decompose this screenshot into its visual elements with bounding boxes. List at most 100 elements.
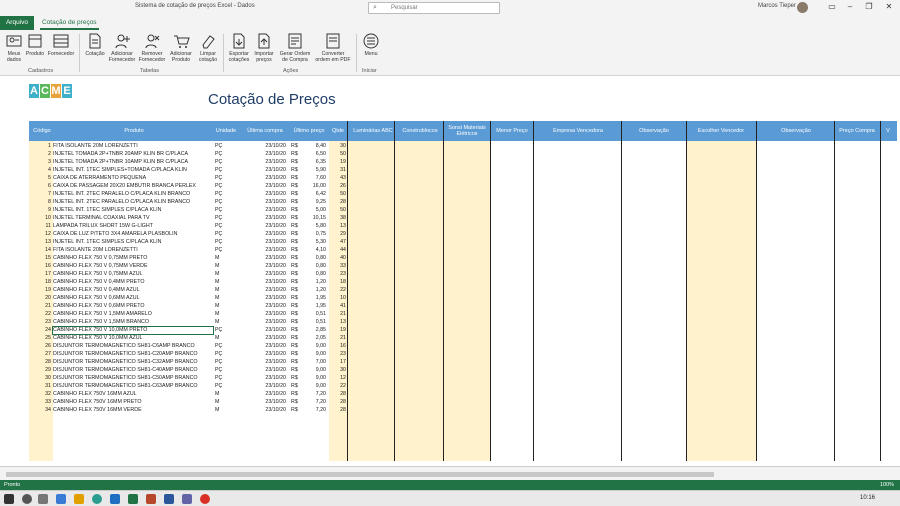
cell-qtde[interactable]: 13	[332, 222, 346, 230]
cell-ultima-compra[interactable]: 23/10/20	[254, 390, 286, 398]
cell-qtde[interactable]: 28	[332, 198, 346, 206]
folder-icon[interactable]	[74, 494, 84, 504]
cell-currency[interactable]: R$	[291, 238, 298, 246]
cell-codigo[interactable]: 18	[29, 278, 51, 286]
cell-unidade[interactable]: PÇ	[215, 230, 222, 238]
cell-currency[interactable]: R$	[291, 302, 298, 310]
tab-arquivo[interactable]: Arquivo	[0, 16, 34, 30]
cell-ultima-compra[interactable]: 23/10/20	[254, 334, 286, 342]
cell-unidade[interactable]: PÇ	[215, 366, 222, 374]
col-header[interactable]: Sonsi Materiais Elétricos	[443, 121, 491, 141]
cell-qtde[interactable]: 28	[332, 390, 346, 398]
cell-produto[interactable]: CABINHO FLEX 750 V 0,6MM PRETO	[53, 302, 213, 310]
cell-codigo[interactable]: 11	[29, 222, 52, 230]
table-row[interactable]: 2 INJETEL TOMADA 2P+TNBR 20AMP KLIN BR C/…	[29, 150, 349, 158]
cell-codigo[interactable]: 5	[29, 174, 51, 182]
horizontal-scrollbar[interactable]	[0, 466, 900, 480]
cell-produto[interactable]: INJETEL INT. 1TEC SIMPLES+TOMADA C/PLACA…	[53, 166, 213, 174]
cell-qtde[interactable]: 47	[332, 238, 346, 246]
cell-currency[interactable]: R$	[291, 158, 298, 166]
cell-codigo[interactable]: 16	[29, 262, 51, 270]
cell-codigo[interactable]: 32	[29, 390, 51, 398]
table-row[interactable]: 27 DISJUNTOR TERMOMAGNETICO SH81-C20AMP B…	[29, 350, 349, 358]
cell-produto[interactable]: INJETEL TOMADA 2P+TNBR 20AMP KLIN BR C/P…	[53, 150, 213, 158]
cell-currency[interactable]: R$	[291, 406, 298, 414]
cell-qtde[interactable]: 50	[332, 150, 346, 158]
cell-unidade[interactable]: PÇ	[215, 238, 222, 246]
cell-currency[interactable]: R$	[291, 382, 298, 390]
cell-unidade[interactable]: PÇ	[215, 382, 222, 390]
cell-ultimo-preco[interactable]: 4,10	[299, 246, 326, 254]
cell-qtde[interactable]: 40	[332, 254, 346, 262]
cell-ultimo-preco[interactable]: 0,51	[299, 318, 326, 326]
cell-produto[interactable]: CABINHO FLEX 750 V 0,4MM PRETO	[53, 278, 213, 286]
cell-unidade[interactable]: M	[215, 262, 219, 270]
cell-qtde[interactable]: 22	[332, 286, 346, 294]
cell-currency[interactable]: R$	[291, 150, 298, 158]
cell-codigo[interactable]: 23	[29, 318, 51, 326]
cell-ultima-compra[interactable]: 23/10/20	[254, 222, 286, 230]
start-icon[interactable]	[4, 494, 14, 504]
cell-produto[interactable]: CABINHO FLEX 750V 16MM AZUL	[53, 390, 213, 398]
chrome-icon[interactable]	[200, 494, 210, 504]
fornecedor-button[interactable]: Fornecedor	[46, 32, 76, 57]
col-header[interactable]: Código	[31, 121, 53, 141]
cell-unidade[interactable]: M	[215, 302, 219, 310]
app-icon[interactable]	[56, 494, 66, 504]
cell-codigo[interactable]: 27	[29, 350, 51, 358]
cell-ultima-compra[interactable]: 23/10/20	[254, 398, 286, 406]
cell-ultimo-preco[interactable]: 10,15	[299, 214, 326, 222]
cell-codigo[interactable]: 10	[29, 214, 51, 222]
cell-codigo[interactable]: 25	[29, 334, 51, 342]
col-header[interactable]: Unidade	[213, 121, 239, 141]
cell-currency[interactable]: R$	[291, 174, 298, 182]
close-icon[interactable]: ✕	[882, 2, 896, 11]
cell-ultimo-preco[interactable]: 5,00	[299, 206, 326, 214]
cell-codigo[interactable]: 14	[29, 246, 51, 254]
cell-codigo[interactable]: 21	[29, 302, 51, 310]
cell-produto[interactable]: FITA ISOLANTE 20M LORENZETTI	[53, 142, 213, 150]
cell-qtde[interactable]: 18	[332, 278, 346, 286]
col-header[interactable]: V	[881, 121, 895, 141]
excel-icon[interactable]	[128, 494, 138, 504]
cell-currency[interactable]: R$	[291, 190, 298, 198]
table-row[interactable]: 33 CABINHO FLEX 750V 16MM PRETO M 23/10/20 R…	[29, 398, 349, 406]
cell-produto[interactable]: CABINHO FLEX 750 V 0,75MM VERDE	[53, 262, 213, 270]
word-icon[interactable]	[164, 494, 174, 504]
cell-qtde[interactable]: 10	[332, 294, 346, 302]
cell-codigo[interactable]: 6	[29, 182, 51, 190]
cell-ultimo-preco[interactable]: 9,25	[299, 198, 326, 206]
col-header[interactable]: Último preço	[289, 121, 329, 141]
col-header[interactable]: Observação	[756, 121, 836, 141]
cell-ultimo-preco[interactable]: 9,00	[299, 342, 326, 350]
scrollbar-thumb[interactable]	[6, 472, 714, 477]
cell-produto[interactable]: INJETEL TERMINAL COAXIAL PARA TV	[53, 214, 213, 222]
cell-ultima-compra[interactable]: 23/10/20	[254, 166, 286, 174]
cell-currency[interactable]: R$	[291, 390, 298, 398]
exportar-cotacoes-button[interactable]: Exportar cotações	[226, 32, 252, 63]
table-row[interactable]: 15 CABINHO FLEX 750 V 0,75MM PRETO M 23/10/…	[29, 254, 349, 262]
cell-codigo[interactable]: 2	[29, 150, 51, 158]
cell-codigo[interactable]: 30	[29, 374, 51, 382]
cell-ultima-compra[interactable]: 23/10/20	[254, 158, 286, 166]
cell-ultima-compra[interactable]: 23/10/20	[254, 214, 286, 222]
col-header[interactable]: Menor Preço	[491, 121, 533, 141]
table-row[interactable]: 13 INJETEL INT. 1TEC SIMPLES C/PLACA KLIN…	[29, 238, 349, 246]
cell-codigo[interactable]: 12	[29, 230, 51, 238]
cotacao-button[interactable]: Cotação	[84, 32, 106, 57]
cell-currency[interactable]: R$	[291, 366, 298, 374]
cell-ultima-compra[interactable]: 23/10/20	[254, 366, 286, 374]
table-row[interactable]: 5 CAIXA DE ATERRAMENTO PEQUENA PÇ 23/10/20 R…	[29, 174, 349, 182]
cell-unidade[interactable]: PÇ	[215, 358, 222, 366]
cell-produto[interactable]: CABINHO FLEX 750 V 0,75MM AZUL	[53, 270, 213, 278]
cell-unidade[interactable]: M	[215, 334, 219, 342]
col-header[interactable]: Preço Compra	[834, 121, 880, 141]
limpar-cotacao-button[interactable]: Limpar cotação	[195, 32, 221, 63]
cell-ultima-compra[interactable]: 23/10/20	[254, 142, 286, 150]
cell-currency[interactable]: R$	[291, 358, 298, 366]
cell-codigo[interactable]: 17	[29, 270, 51, 278]
cell-currency[interactable]: R$	[291, 310, 298, 318]
cell-produto[interactable]: CABINHO FLEX 750 V 1,5MM AMARELO	[53, 310, 213, 318]
cell-ultimo-preco[interactable]: 0,51	[299, 310, 326, 318]
cell-qtde[interactable]: 16	[332, 342, 346, 350]
